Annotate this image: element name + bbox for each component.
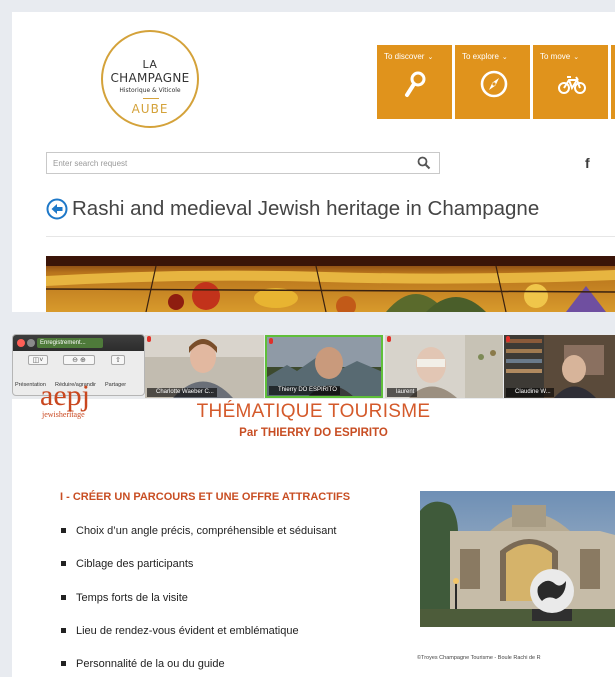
logo-line-4: AUBE bbox=[131, 102, 169, 116]
nav-label: To discover ⌄ bbox=[384, 52, 434, 61]
bullet-item: Personnalité de la ou du guide bbox=[60, 657, 337, 677]
search-icon[interactable] bbox=[417, 156, 431, 170]
share-icon[interactable]: ⇧ bbox=[111, 355, 125, 365]
participant-strip: Enregistrement... ◫˅ ⊖ ⊕ ⇧ Présentation … bbox=[12, 334, 615, 399]
participant-tile-active-speaker[interactable]: Thierry DO ESPIRITO bbox=[265, 335, 383, 398]
muted-mic-icon bbox=[269, 338, 273, 344]
video-call-panel: Enregistrement... ◫˅ ⊖ ⊕ ⇧ Présentation … bbox=[12, 334, 615, 677]
participant-tile[interactable]: Claudine W... bbox=[504, 335, 615, 398]
participant-name: Charlotte Waeber C... bbox=[147, 388, 217, 397]
participant-name: Thierry DO ESPIRITO bbox=[269, 386, 340, 395]
stained-glass-banner bbox=[46, 256, 615, 312]
slide-title: THÉMATIQUE TOURISME bbox=[196, 401, 431, 422]
logo-line-3: Historique & Viticole bbox=[119, 87, 181, 94]
logo-divider bbox=[143, 98, 159, 99]
back-arrow-icon[interactable] bbox=[46, 198, 68, 220]
participant-tile[interactable]: laurent bbox=[385, 335, 503, 398]
recording-titlebar[interactable]: Enregistrement... bbox=[13, 335, 144, 351]
zoom-icon[interactable]: ⊖ ⊕ bbox=[63, 355, 95, 365]
recording-toolbar: ◫˅ ⊖ ⊕ ⇧ Présentation Réduire/agrandir P… bbox=[13, 353, 144, 388]
bullet-item: Choix d’un angle précis, compréhensible … bbox=[60, 524, 337, 557]
section-heading: I - CRÉER UN PARCOURS ET UNE OFFRE ATTRA… bbox=[60, 491, 351, 503]
site-logo[interactable]: LA CHAMPAGNE Historique & Viticole AUBE bbox=[101, 30, 199, 128]
bullet-item: Temps forts de la visite bbox=[60, 591, 337, 624]
magnifier-icon bbox=[405, 71, 426, 97]
photo-credit: ©Troyes Champagne Tourisme - Boule Rachi… bbox=[417, 655, 541, 661]
recording-title: Enregistrement... bbox=[37, 338, 103, 348]
nav-tile-partial[interactable] bbox=[611, 45, 615, 119]
bicycle-icon bbox=[558, 76, 586, 94]
tool-label-share: Partager bbox=[105, 382, 127, 388]
bullet-list: Choix d’un angle précis, compréhensible … bbox=[60, 524, 337, 677]
compass-icon bbox=[480, 70, 508, 98]
participant-name: laurent bbox=[387, 388, 418, 397]
logo-line-2: CHAMPAGNE bbox=[110, 71, 190, 85]
nav-label: To move ⌄ bbox=[540, 52, 580, 61]
website-panel: LA CHAMPAGNE Historique & Viticole AUBE … bbox=[12, 12, 615, 312]
slide-subtitle: Par THIERRY DO ESPIRITO bbox=[239, 427, 388, 439]
page-header: Rashi and medieval Jewish heritage in Ch… bbox=[46, 194, 539, 224]
bullet-item: Ciblage des participants bbox=[60, 557, 337, 590]
participant-name: Claudine W... bbox=[506, 388, 554, 397]
search-input[interactable] bbox=[47, 153, 387, 174]
divider bbox=[46, 236, 615, 237]
close-icon[interactable] bbox=[17, 339, 25, 347]
bullet-item: Lieu de rendez-vous évident et emblémati… bbox=[60, 624, 337, 657]
building-sculpture-photo bbox=[420, 491, 615, 627]
muted-mic-icon bbox=[506, 336, 510, 342]
sidebar-toggle-icon[interactable]: ◫˅ bbox=[28, 355, 48, 365]
muted-mic-icon bbox=[387, 336, 391, 342]
nav-tile-move[interactable]: To move ⌄ bbox=[533, 45, 608, 119]
page-title: Rashi and medieval Jewish heritage in Ch… bbox=[72, 197, 540, 220]
minimize-icon[interactable] bbox=[27, 339, 35, 347]
logo-line-1: LA bbox=[142, 58, 158, 71]
stained-glass-image bbox=[46, 256, 615, 312]
nav-tile-explore[interactable]: To explore ⌄ bbox=[455, 45, 530, 119]
facebook-icon[interactable]: f bbox=[585, 155, 590, 171]
nav-label: To explore ⌄ bbox=[462, 52, 508, 61]
nav-tile-discover[interactable]: To discover ⌄ bbox=[377, 45, 452, 119]
muted-mic-icon bbox=[147, 336, 151, 342]
participant-tile[interactable]: Charlotte Waeber C... bbox=[145, 335, 264, 398]
search-box bbox=[46, 152, 440, 174]
slide-photo bbox=[420, 491, 615, 627]
